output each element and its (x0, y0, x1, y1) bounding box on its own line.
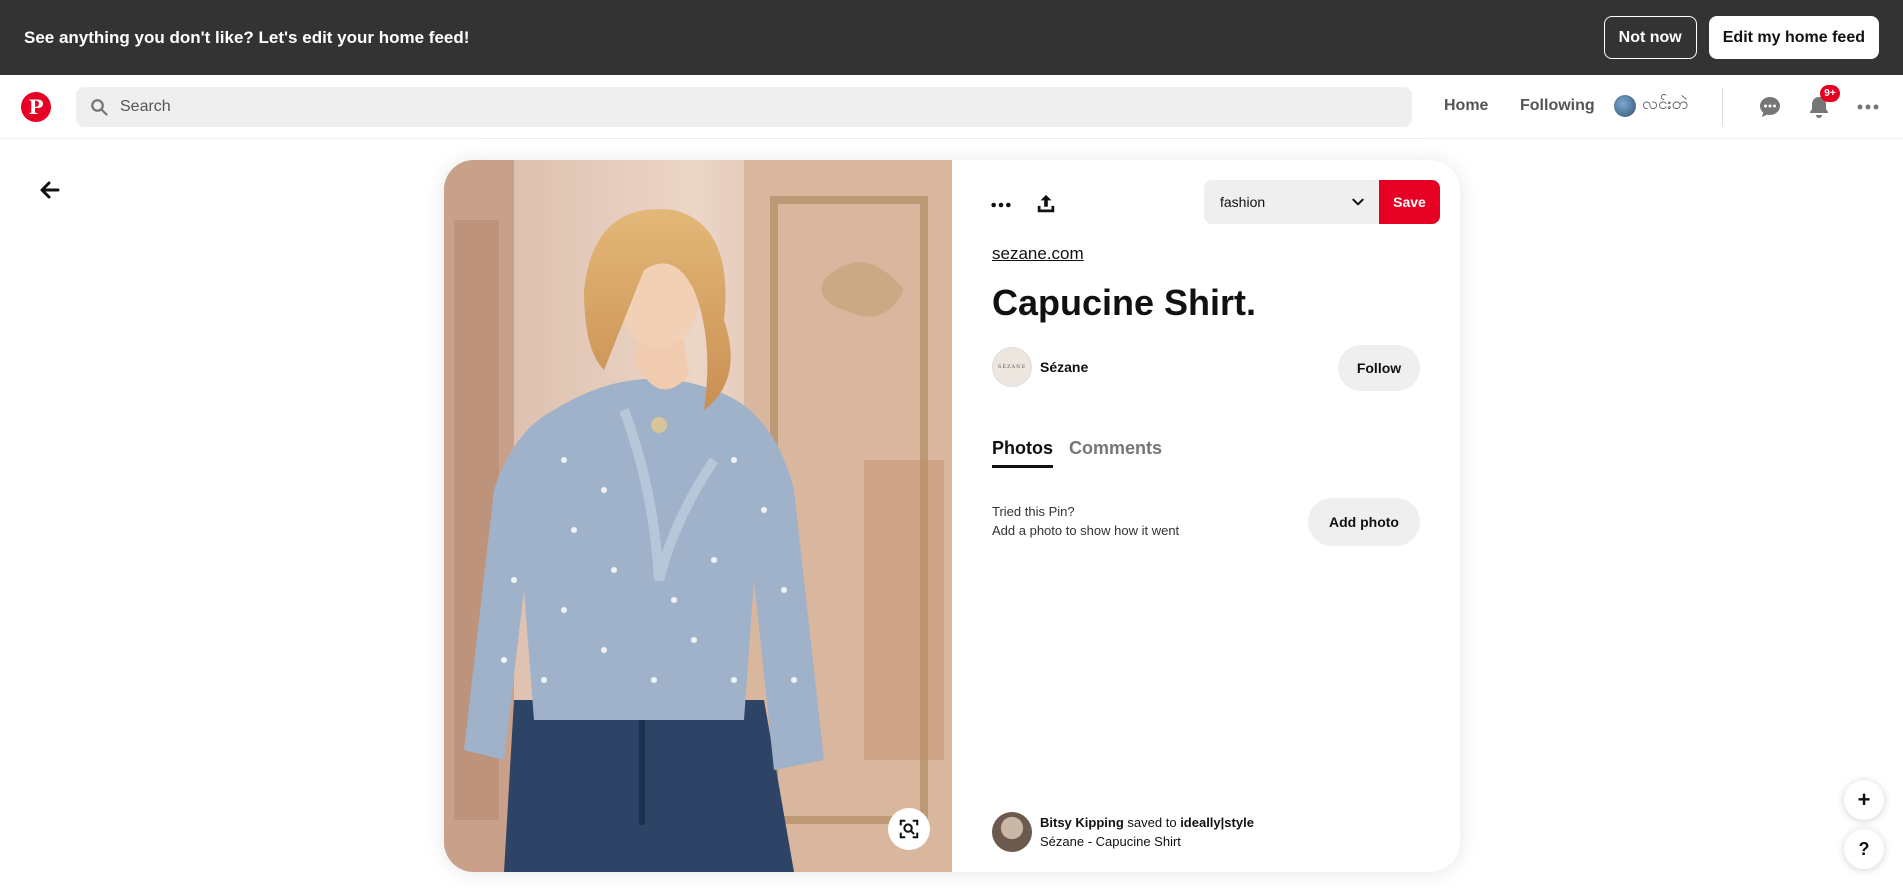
share-icon[interactable] (1032, 190, 1060, 218)
creator-logo: SÉZANE (997, 364, 1027, 370)
more-icon[interactable] (1853, 92, 1883, 122)
saved-by: Bitsy Kipping saved to ideally|style Séz… (992, 812, 1254, 852)
add-photo-button[interactable]: Add photo (1308, 498, 1420, 546)
help-button[interactable]: ? (1844, 829, 1884, 869)
tab-comments[interactable]: Comments (1069, 438, 1162, 468)
chevron-down-icon (1352, 198, 1364, 206)
back-arrow-icon[interactable] (32, 172, 68, 208)
source-link[interactable]: sezane.com (992, 244, 1084, 264)
profile-link[interactable]: လင်းတဲ (1614, 93, 1688, 118)
nav-home-link[interactable]: Home (1444, 97, 1488, 115)
save-button[interactable]: Save (1379, 180, 1440, 224)
banner-message: See anything you don't like? Let's edit … (24, 27, 470, 47)
pin-photo-illustration (444, 160, 952, 872)
avatar (1614, 94, 1636, 117)
banner-actions: Not now Edit my home feed (1603, 16, 1879, 59)
home-feed-banner: See anything you don't like? Let's edit … (0, 0, 1903, 75)
creator-avatar: SÉZANE (992, 347, 1032, 387)
search-icon (91, 99, 108, 116)
top-nav: P Home Following လင်းတဲ 9+ (0, 75, 1903, 139)
nav-following-link[interactable]: Following (1520, 97, 1595, 115)
nav-divider (1722, 88, 1723, 126)
notification-badge: 9+ (1820, 85, 1840, 102)
tried-prompt: Add a photo to show how it went (992, 523, 1180, 538)
pin-details: fashion Save sezane.com Capucine Shirt. … (952, 160, 1460, 872)
follow-button[interactable]: Follow (1338, 345, 1420, 391)
not-now-button[interactable]: Not now (1603, 16, 1697, 59)
saved-by-text: Bitsy Kipping saved to ideally|style Séz… (1040, 813, 1254, 851)
edit-home-feed-button[interactable]: Edit my home feed (1708, 16, 1879, 59)
messages-icon[interactable] (1755, 92, 1785, 122)
profile-name: လင်းတဲ (1642, 94, 1689, 114)
board-select-dropdown[interactable]: fashion (1204, 180, 1379, 224)
visual-search-icon (899, 819, 919, 839)
board-select-value: fashion (1220, 194, 1266, 210)
pinterest-logo-icon[interactable]: P (21, 92, 51, 122)
saved-by-board[interactable]: ideally|style (1180, 815, 1254, 830)
creator-name: Sézane (1040, 359, 1089, 375)
visual-search-button[interactable] (888, 808, 930, 850)
saved-by-caption: Sézane - Capucine Shirt (1040, 834, 1181, 849)
more-options-icon[interactable] (988, 192, 1014, 218)
pin-tabs: Photos Comments (992, 438, 1162, 468)
search-bar[interactable] (76, 87, 1412, 127)
tried-question: Tried this Pin? (992, 504, 1075, 519)
saved-by-user[interactable]: Bitsy Kipping (1040, 815, 1124, 830)
avatar[interactable] (992, 812, 1032, 852)
pin-closeup-card: fashion Save sezane.com Capucine Shirt. … (444, 160, 1460, 872)
search-input[interactable] (120, 98, 1320, 116)
saved-by-action: saved to (1127, 815, 1177, 830)
pin-title: Capucine Shirt. (992, 282, 1257, 323)
tried-this-pin: Tried this Pin? Add a photo to show how … (992, 502, 1179, 540)
creator-profile[interactable]: SÉZANE Sézane (992, 347, 1088, 387)
pin-image[interactable] (444, 160, 952, 872)
create-plus-button[interactable]: + (1844, 780, 1884, 820)
tab-photos[interactable]: Photos (992, 438, 1053, 468)
